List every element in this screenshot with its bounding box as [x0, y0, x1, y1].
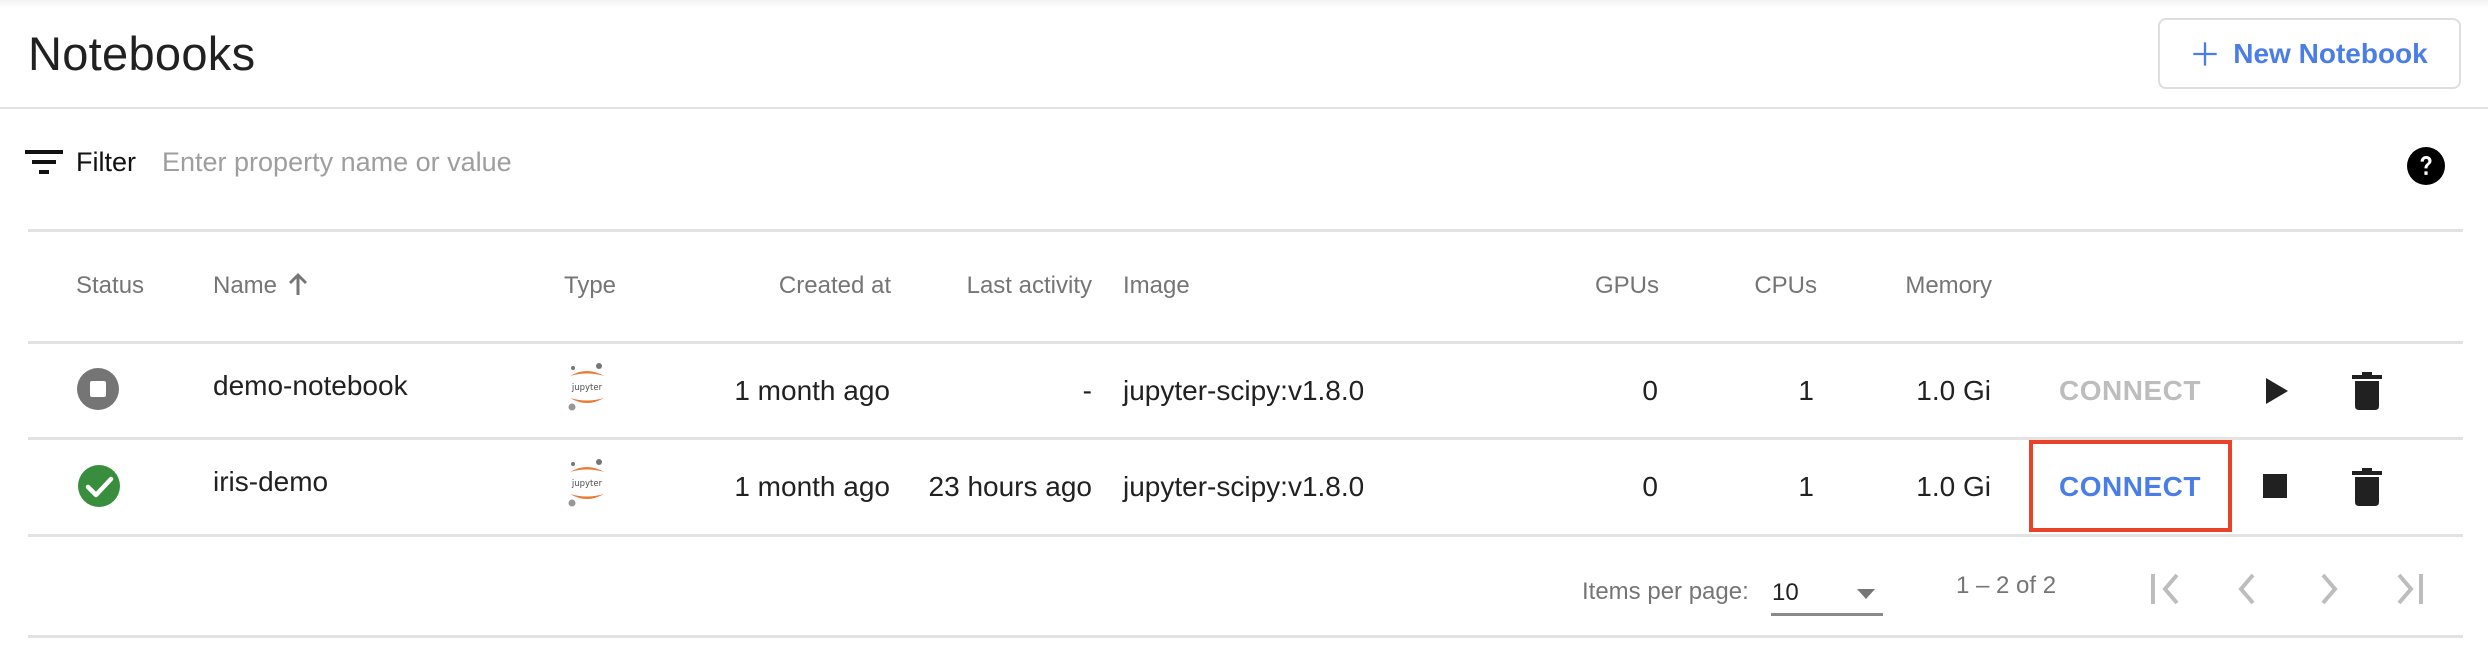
last-activity: 23 hours ago	[928, 471, 1092, 502]
column-header-last-activity[interactable]: Last activity	[967, 272, 1092, 300]
filter-icon[interactable]	[25, 150, 63, 176]
column-header-gpus[interactable]: GPUs	[1595, 272, 1659, 300]
jupyter-logo-icon: jupyter	[568, 363, 604, 411]
header-divider	[0, 107, 2488, 109]
image: jupyter-scipy:v1.8.0	[1123, 471, 1365, 502]
first-page-icon	[2151, 573, 2179, 605]
last-activity: -	[1082, 375, 1092, 406]
stop-circle-icon	[77, 368, 119, 410]
last-page-icon	[2397, 573, 2423, 605]
column-header-status[interactable]: Status	[76, 272, 144, 300]
column-header-image[interactable]: Image	[1123, 272, 1190, 300]
table-bottom-border	[28, 635, 2463, 638]
created-at: 1 month ago	[734, 471, 890, 502]
column-header-created[interactable]: Created at	[779, 272, 891, 300]
items-per-page-label: Items per page:	[1582, 578, 1749, 605]
dropdown-arrow-icon	[1857, 589, 1875, 599]
connect-button[interactable]: CONNECT	[2040, 467, 2220, 507]
column-header-memory[interactable]: Memory	[1905, 272, 1992, 300]
arrow-up-icon	[289, 273, 308, 295]
svg-text:jupyter: jupyter	[571, 383, 603, 393]
stop-icon[interactable]	[2263, 474, 2287, 498]
connect-button[interactable]: CONNECT	[2040, 371, 2220, 411]
memory: 1.0 Gi	[1916, 471, 1991, 502]
row-divider	[28, 534, 2463, 537]
plus-icon	[2193, 41, 2217, 66]
filter-input[interactable]	[162, 142, 1762, 182]
cpus: 1	[1798, 471, 1814, 502]
memory: 1.0 Gi	[1916, 375, 1991, 406]
page-range-label: 1 – 2 of 2	[1956, 572, 2057, 599]
gpus: 0	[1642, 375, 1658, 406]
trash-icon[interactable]	[2352, 372, 2382, 410]
previous-page-icon	[2238, 573, 2255, 605]
first-page-button[interactable]	[2146, 568, 2190, 612]
svg-text:jupyter: jupyter	[571, 479, 603, 489]
next-page-button[interactable]	[2306, 568, 2350, 612]
check-circle-icon	[78, 465, 120, 507]
notebook-name[interactable]: iris-demo	[213, 466, 328, 498]
new-notebook-button[interactable]: New Notebook	[2158, 18, 2461, 89]
gpus: 0	[1642, 471, 1658, 502]
table-header-divider	[28, 341, 2463, 344]
new-notebook-label: New Notebook	[2233, 37, 2428, 69]
row-divider	[28, 437, 2463, 440]
items-per-page-value: 10	[1772, 579, 1799, 606]
image: jupyter-scipy:v1.8.0	[1123, 375, 1365, 406]
cpus: 1	[1798, 375, 1814, 406]
column-header-name-label: Name	[213, 272, 278, 299]
filter-label: Filter	[76, 147, 136, 177]
column-header-type[interactable]: Type	[564, 272, 616, 300]
column-header-cpus[interactable]: CPUs	[1754, 272, 1817, 300]
next-page-icon	[2321, 573, 2338, 605]
table-top-border	[28, 229, 2463, 232]
trash-icon[interactable]	[2352, 468, 2382, 506]
page-title: Notebooks	[28, 27, 256, 80]
help-icon[interactable]	[2407, 147, 2445, 185]
items-per-page-select[interactable]: 10	[1771, 570, 1883, 616]
created-at: 1 month ago	[734, 375, 890, 406]
previous-page-button[interactable]	[2226, 568, 2270, 612]
last-page-button[interactable]	[2386, 568, 2430, 612]
top-shadow	[0, 0, 2488, 8]
select-underline	[1771, 613, 1883, 616]
jupyter-logo-icon: jupyter	[568, 459, 604, 507]
column-header-name[interactable]: Name	[213, 272, 309, 300]
play-icon[interactable]	[2264, 377, 2290, 405]
notebook-name[interactable]: demo-notebook	[213, 370, 408, 402]
